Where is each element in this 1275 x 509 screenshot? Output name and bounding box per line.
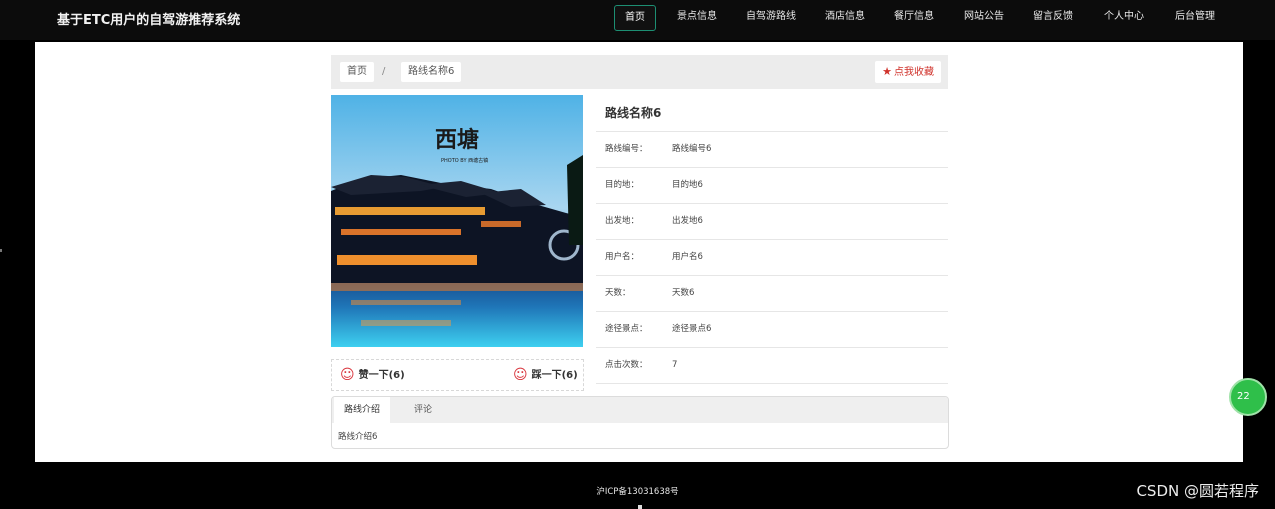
photo-caption-main: 西塘 [435,127,479,153]
cursor-marker [638,505,642,509]
detail-value: 目的地6 [672,180,703,190]
nav-item-feedback[interactable]: 留言反馈 [1023,5,1083,29]
star-icon: ★ [882,65,892,78]
nav-item-personal-center[interactable]: 个人中心 [1094,5,1154,29]
favorite-button[interactable]: ★ 点我收藏 [875,61,941,83]
detail-row-waypoints: 途径景点： 途径景点6 [596,312,948,348]
smile-icon: ☺ [340,367,355,383]
detail-row-departure: 出发地： 出发地6 [596,204,948,240]
detail-value: 用户名6 [672,252,703,262]
nav-item-admin[interactable]: 后台管理 [1165,5,1225,29]
tab-content: 路线介绍6 [338,432,378,442]
nav-item-announcements[interactable]: 网站公告 [954,5,1014,29]
dislike-button[interactable]: ☺ 踩一下(6) [513,367,578,383]
breadcrumb-current: 路线名称6 [401,62,462,82]
smile-icon: ☺ [513,367,528,383]
detail-value: 7 [672,360,678,370]
route-details: 路线名称6 路线编号： 路线编号6 目的地： 目的地6 出发地： 出发地6 用户… [596,95,948,384]
route-photo-image: 西塘 PHOTO BY 西塘古镇 [331,95,583,347]
breadcrumb-home[interactable]: 首页 [340,62,374,82]
nav-item-restaurants[interactable]: 餐厅信息 [884,5,944,29]
like-button[interactable]: ☺ 赞一下(6) [340,367,405,383]
breadcrumb-separator: / [382,66,386,77]
floating-badge[interactable]: 22 [1229,378,1267,416]
edge-marker [0,249,2,252]
tabs-header: 路线介绍 评论 [332,397,948,423]
like-label: 赞一下(6) [358,370,405,381]
site-title: 基于ETC用户的自驾游推荐系统 [57,13,241,28]
dislike-label: 踩一下(6) [531,370,578,381]
detail-value: 天数6 [672,288,695,298]
detail-value: 出发地6 [672,216,703,226]
detail-label: 目的地： [605,180,640,190]
top-navbar: 基于ETC用户的自驾游推荐系统 首页 景点信息 自驾游路线 酒店信息 餐厅信息 … [0,0,1275,40]
detail-row-route-number: 路线编号： 路线编号6 [596,132,948,168]
nav-item-attractions[interactable]: 景点信息 [667,5,727,29]
tab-route-intro[interactable]: 路线介绍 [334,397,391,423]
detail-row-days: 天数： 天数6 [596,276,948,312]
nav-item-home[interactable]: 首页 [614,5,656,31]
route-tabs: 路线介绍 评论 路线介绍6 [331,396,949,449]
detail-label: 点击次数： [605,360,648,370]
detail-row-username: 用户名： 用户名6 [596,240,948,276]
tab-comments[interactable]: 评论 [404,397,442,423]
detail-label: 出发地： [605,216,640,226]
nav-item-hotels[interactable]: 酒店信息 [815,5,875,29]
detail-label: 路线编号： [605,144,648,154]
detail-row-click-count: 点击次数： 7 [596,348,948,384]
favorite-label: 点我收藏 [894,67,934,78]
detail-label: 用户名： [605,252,640,262]
nav-item-routes[interactable]: 自驾游路线 [736,5,806,29]
route-photo: 西塘 PHOTO BY 西塘古镇 [331,95,583,347]
route-title: 路线名称6 [596,95,948,132]
detail-label: 途径景点： [605,324,648,334]
photo-caption-sub: PHOTO BY 西塘古镇 [441,157,488,164]
detail-value: 路线编号6 [672,144,712,154]
watermark: CSDN @圆若程序 [1136,482,1259,500]
detail-value: 途径景点6 [672,324,712,334]
detail-row-destination: 目的地： 目的地6 [596,168,948,204]
detail-label: 天数： [605,288,631,298]
breadcrumb: 首页 / 路线名称6 ★ 点我收藏 [331,55,948,89]
vote-bar: ☺ 赞一下(6) ☺ 踩一下(6) [331,359,584,391]
icp-footer: 沪ICP备13031638号 [596,487,679,497]
